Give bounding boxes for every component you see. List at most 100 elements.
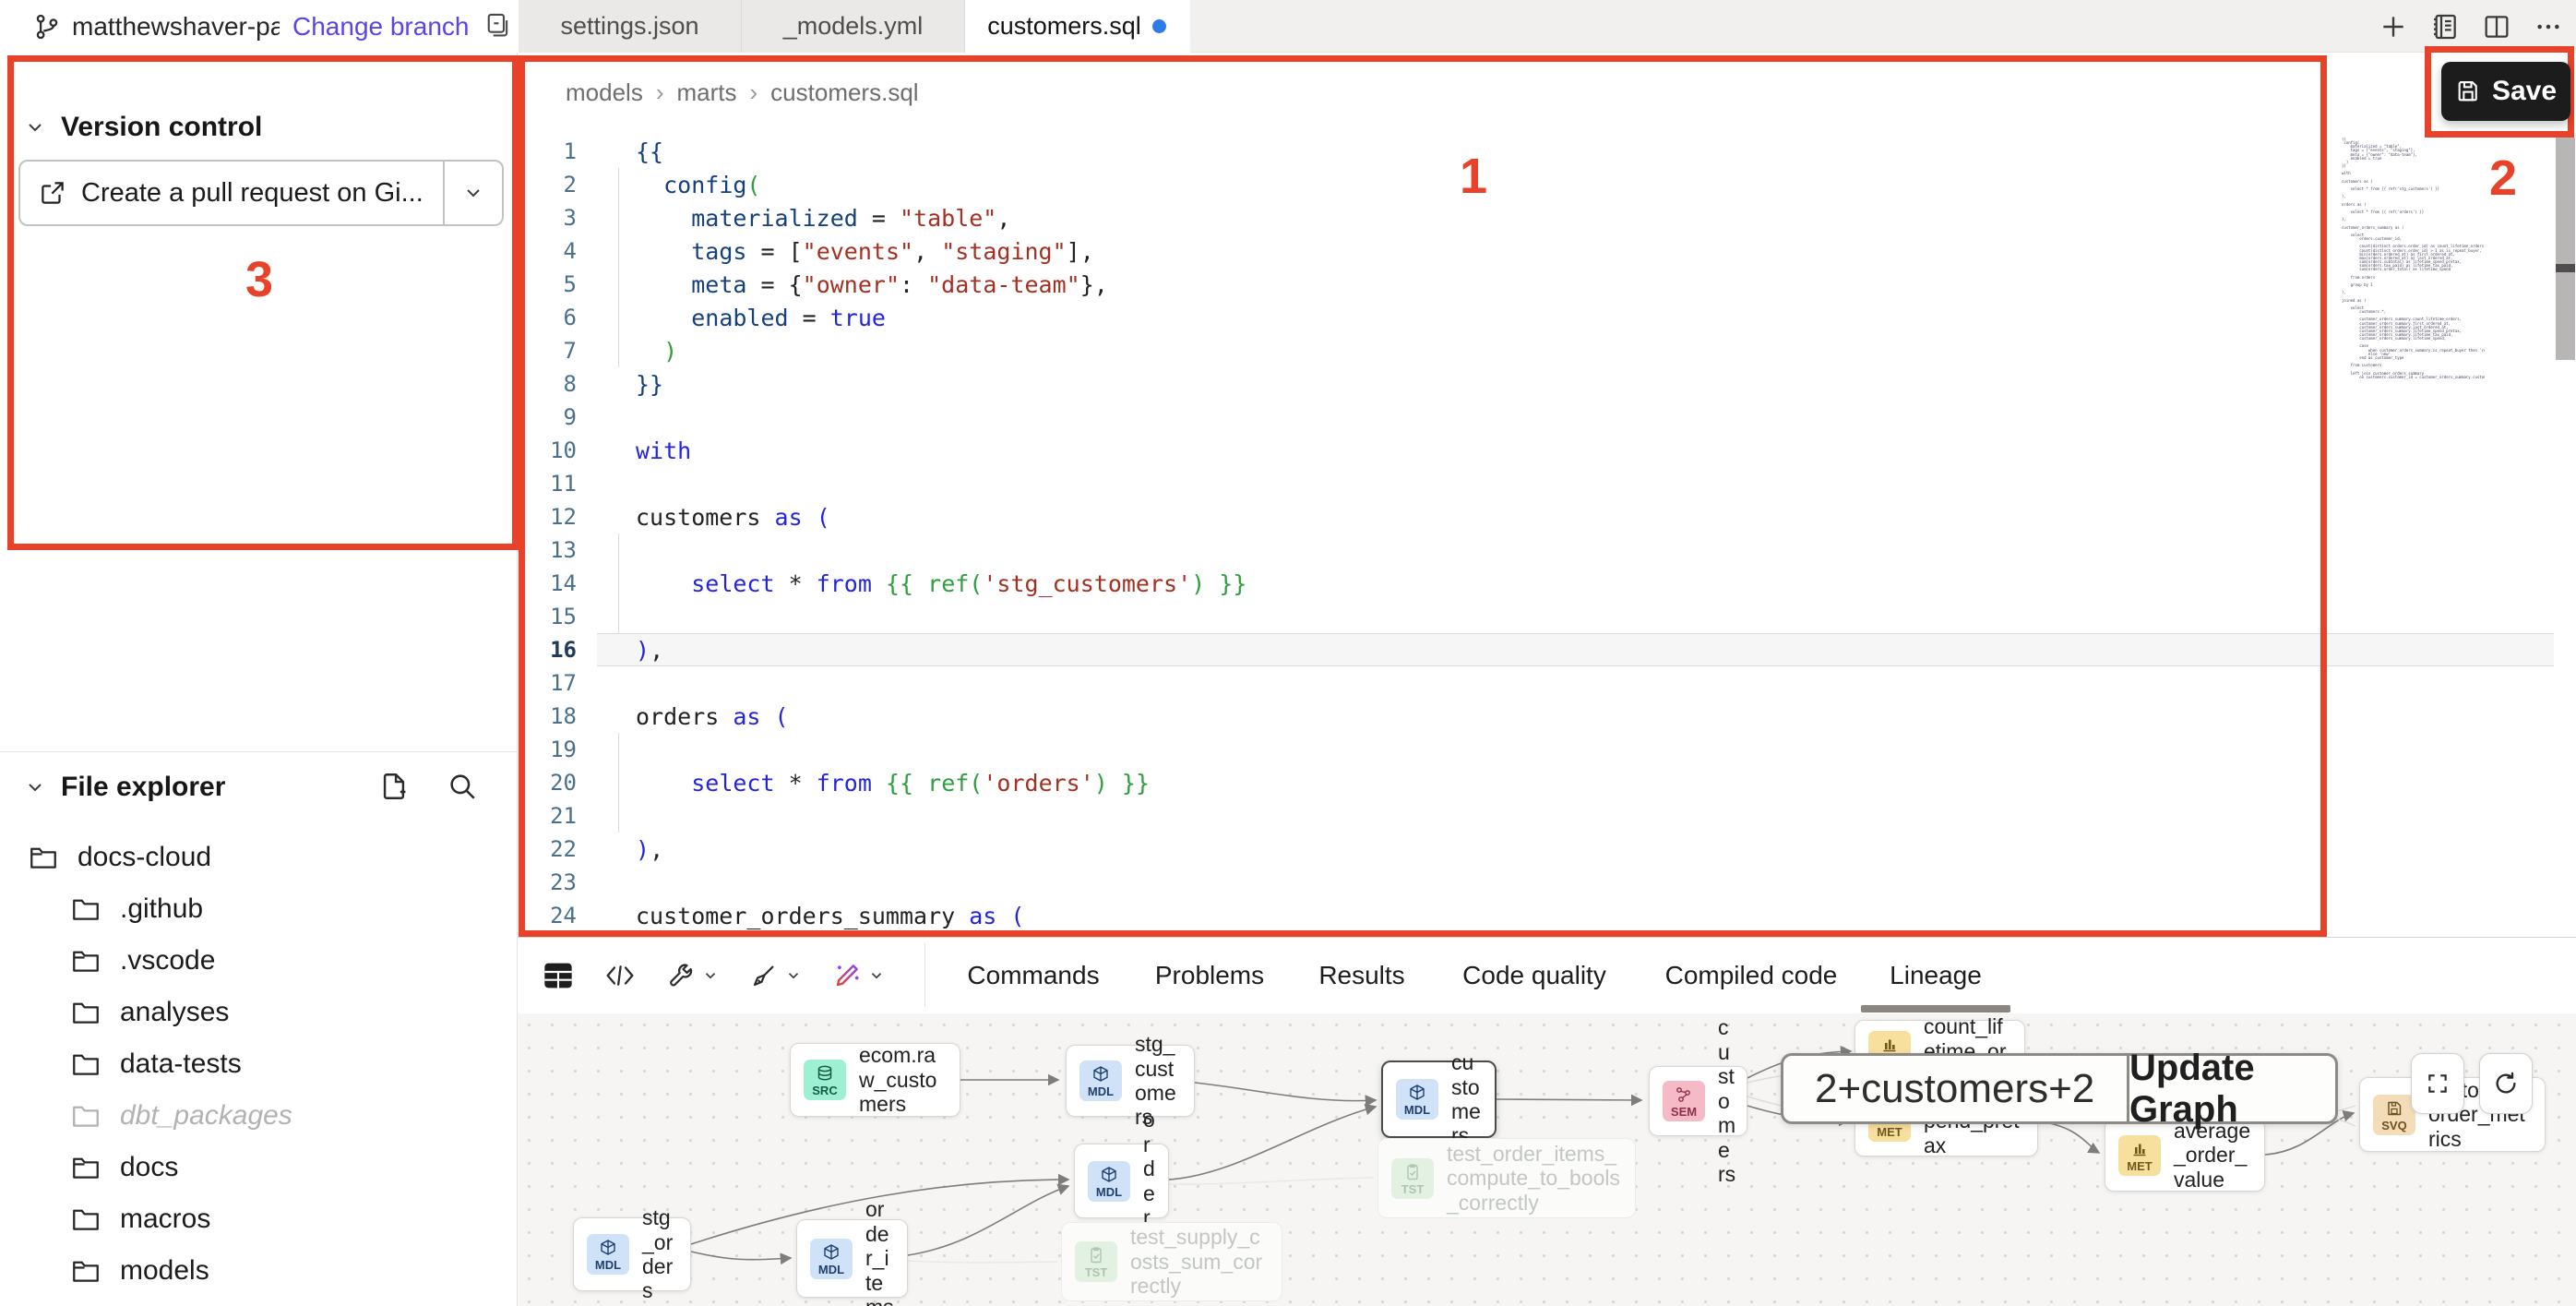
breadcrumb-item[interactable]: marts xyxy=(677,78,737,107)
code-line-17[interactable]: 17 xyxy=(518,666,2576,700)
refresh-graph-button[interactable] xyxy=(2479,1053,2533,1114)
change-branch-link[interactable]: Change branch xyxy=(292,12,469,42)
code-line-10[interactable]: 10with xyxy=(518,434,2576,467)
file-tree-item-.github[interactable]: .github xyxy=(0,883,517,935)
panel-tab-problems[interactable]: Problems xyxy=(1155,938,1264,1012)
minimap[interactable]: {{ config( materialized = "table", tags … xyxy=(2342,138,2485,379)
lineage-node-stg-orders[interactable]: MDL stg_orders xyxy=(573,1217,691,1291)
code-line-5[interactable]: 5 meta = {"owner": "data-team"}, xyxy=(518,268,2576,301)
lineage-node-orders[interactable]: MDL orders xyxy=(1074,1144,1169,1218)
code-line-24[interactable]: 24customer_orders_summary as ( xyxy=(518,899,2576,932)
file-tree-item-models[interactable]: models xyxy=(0,1245,517,1297)
file-tree-item-analyses[interactable]: analyses xyxy=(0,987,517,1038)
compile-code-button[interactable] xyxy=(604,963,636,988)
tab-settings.json[interactable]: settings.json xyxy=(519,0,742,53)
file-tree-item-docs[interactable]: docs xyxy=(0,1142,517,1193)
create-pr-dropdown-button[interactable] xyxy=(443,162,502,224)
sidebar-divider xyxy=(0,751,517,752)
editor-scrollbar-thumb[interactable] xyxy=(2556,138,2575,360)
line-number: 6 xyxy=(518,305,595,330)
lineage-node-order-items[interactable]: MDL order_items xyxy=(796,1219,908,1298)
code-line-23[interactable]: 23 xyxy=(518,866,2576,899)
panel-tab-commands[interactable]: Commands xyxy=(967,938,1099,1012)
line-number: 5 xyxy=(518,271,595,297)
code-line-22[interactable]: 22), xyxy=(518,833,2576,866)
file-tree: docs-cloud .github .vscode analyses data… xyxy=(0,832,517,1297)
tst-badge: TST xyxy=(1075,1241,1117,1282)
code-line-13[interactable]: 13 xyxy=(518,533,2576,567)
code-line-20[interactable]: 20 select * from {{ ref('orders') }} xyxy=(518,766,2576,799)
overflow-menu-icon[interactable] xyxy=(2534,12,2563,42)
line-number: 9 xyxy=(518,404,595,430)
code-line-15[interactable]: 15 xyxy=(518,600,2576,633)
bottom-toolbar-icons xyxy=(543,938,885,1012)
line-content: orders as ( xyxy=(636,703,789,730)
code-line-14[interactable]: 14 select * from {{ ref('stg_customers')… xyxy=(518,567,2576,600)
code-line-1[interactable]: 1{{ xyxy=(518,135,2576,168)
code-line-19[interactable]: 19 xyxy=(518,733,2576,766)
ai-fix-button[interactable] xyxy=(833,962,885,989)
tst-badge: TST xyxy=(1391,1158,1434,1199)
split-view-icon[interactable] xyxy=(2482,12,2511,42)
indent-guide xyxy=(618,533,619,633)
search-icon[interactable] xyxy=(447,771,478,802)
new-file-icon[interactable] xyxy=(378,771,410,802)
line-number: 18 xyxy=(518,703,595,729)
chevron-down-icon xyxy=(868,967,885,984)
build-wrench-button[interactable] xyxy=(667,962,719,989)
code-line-18[interactable]: 18 orders as ( xyxy=(518,700,2576,733)
code-line-3[interactable]: 3 materialized = "table", xyxy=(518,201,2576,234)
file-tree-item-macros[interactable]: macros xyxy=(0,1193,517,1245)
format-broom-button[interactable] xyxy=(750,962,802,989)
code-line-7[interactable]: 7 ) xyxy=(518,334,2576,367)
code-line-8[interactable]: 8}} xyxy=(518,367,2576,401)
folder-open-icon xyxy=(28,842,59,873)
folder-open-icon xyxy=(70,945,101,977)
lineage-node-customers-model[interactable]: MDL customers xyxy=(1381,1060,1497,1138)
save-button[interactable]: Save xyxy=(2441,62,2570,121)
panel-tab-results[interactable]: Results xyxy=(1318,938,1404,1012)
lineage-node-stg-customers[interactable]: MDL stg_customers xyxy=(1066,1045,1195,1117)
fullscreen-button[interactable] xyxy=(2411,1053,2464,1114)
panel-tab-code-quality[interactable]: Code quality xyxy=(1462,938,1606,1012)
copy-branch-icon[interactable] xyxy=(485,11,513,42)
lineage-search-input[interactable]: 2+customers+2 xyxy=(1783,1056,2127,1121)
lineage-node-test-order-items[interactable]: TST test_order_items_compute_to_bools _c… xyxy=(1377,1138,1636,1218)
lineage-node-test-supply-costs[interactable]: TST test_supply_costs_sum_correctly xyxy=(1061,1222,1282,1301)
lineage-canvas[interactable]: SRC ecom.raw_customers MDL stg_customers… xyxy=(518,1013,2576,1306)
tab-label: customers.sql xyxy=(987,12,1141,41)
panel-tab-compiled-code[interactable]: Compiled code xyxy=(1665,938,1838,1012)
breadcrumb-separator: › xyxy=(750,78,758,107)
file-tree-item-docs-cloud[interactable]: docs-cloud xyxy=(0,832,517,883)
notebook-panel-icon[interactable] xyxy=(2430,12,2460,42)
editor-scrollbar-marker xyxy=(2556,264,2575,272)
version-control-header[interactable]: Version control xyxy=(0,102,517,153)
code-line-11[interactable]: 11 xyxy=(518,467,2576,500)
code-line-9[interactable]: 9 xyxy=(518,401,2576,434)
update-graph-button[interactable]: Update Graph xyxy=(2127,1056,2335,1121)
breadcrumb-item[interactable]: customers.sql xyxy=(770,78,918,107)
tab-customers.sql[interactable]: customers.sql xyxy=(965,0,1188,53)
line-number: 2 xyxy=(518,172,595,198)
active-tab-underline xyxy=(1861,1005,2010,1012)
code-line-21[interactable]: 21 xyxy=(518,799,2576,833)
code-line-12[interactable]: 12customers as ( xyxy=(518,500,2576,533)
line-content: materialized = "table", xyxy=(636,205,1010,232)
preview-table-button[interactable] xyxy=(543,962,573,989)
tab-_models.yml[interactable]: _models.yml xyxy=(742,0,965,53)
code-line-2[interactable]: 2 config( xyxy=(518,168,2576,201)
code-area[interactable]: 1{{2 config(3 materialized = "table",4 t… xyxy=(518,135,2576,932)
code-line-4[interactable]: 4 tags = ["events", "staging"], xyxy=(518,234,2576,268)
code-line-6[interactable]: 6 enabled = true xyxy=(518,301,2576,334)
panel-tab-lineage[interactable]: Lineage xyxy=(1890,938,1982,1012)
file-tree-item-.vscode[interactable]: .vscode xyxy=(0,935,517,987)
file-tree-item-dbt_packages[interactable]: dbt_packages xyxy=(0,1090,517,1142)
new-tab-plus-icon[interactable] xyxy=(2379,12,2408,42)
line-number: 4 xyxy=(518,238,595,264)
create-pr-button[interactable]: Create a pull request on Gi... xyxy=(20,162,443,224)
file-tree-item-data-tests[interactable]: data-tests xyxy=(0,1038,517,1090)
lineage-node-ecom-raw-customers[interactable]: SRC ecom.raw_customers xyxy=(790,1043,960,1117)
breadcrumb-item[interactable]: models xyxy=(566,78,643,107)
lineage-node-customers-semantic[interactable]: SEM customers xyxy=(1649,1066,1747,1136)
code-line-16[interactable]: 16), xyxy=(518,633,2576,666)
